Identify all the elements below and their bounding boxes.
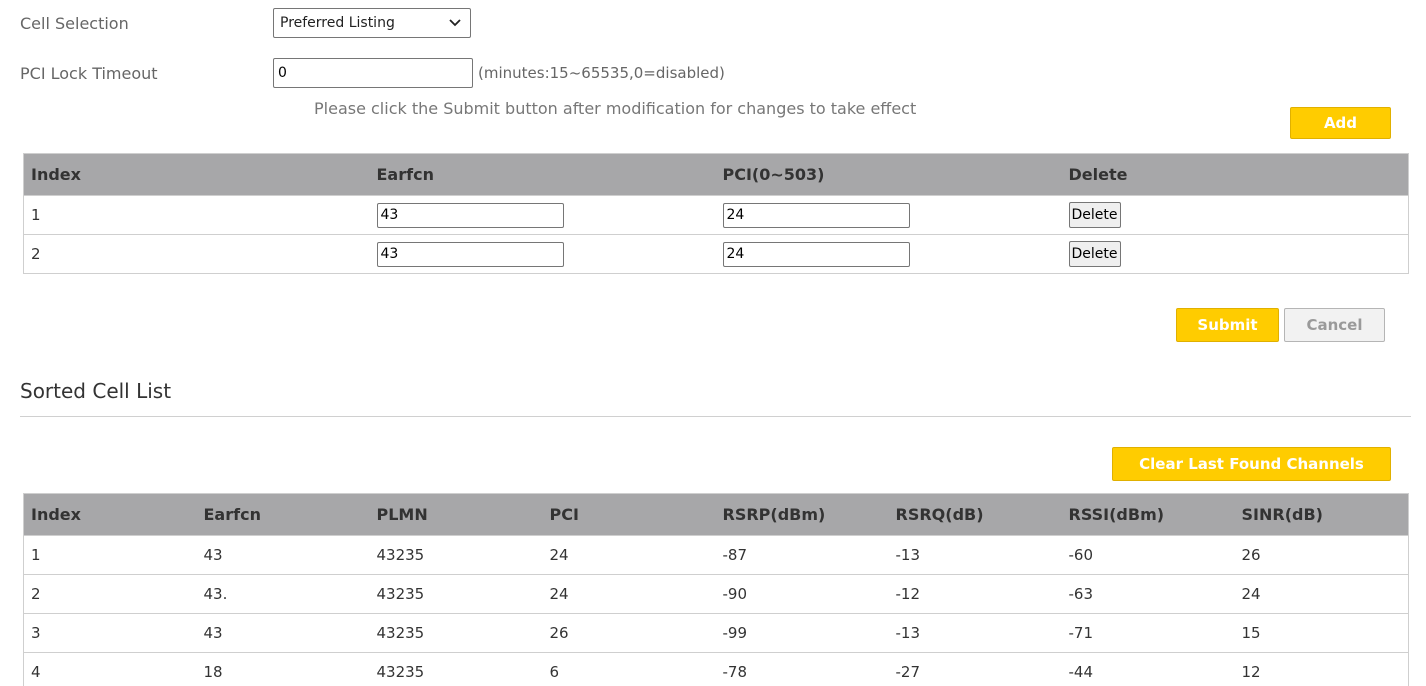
column-header-rsrq: RSRQ(dB) [888,493,1062,536]
earfcn-cell [369,234,716,274]
cell-rsrq: -12 [888,574,1062,614]
cell-rsrp: -87 [715,535,889,575]
cell-pci: 24 [542,535,716,575]
cell-sinr: 12 [1234,652,1409,686]
table-row: 1 Delete [23,195,1409,235]
cell-selection-row: Cell Selection Preferred Listing [20,8,471,38]
column-header-earfcn: Earfcn [369,153,716,196]
table-header-row: Index Earfcn PCI(0~503) Delete [23,153,1409,196]
pci-lock-timeout-row: PCI Lock Timeout (minutes:15~65535,0=dis… [20,58,725,88]
cell-selection-label: Cell Selection [20,13,129,33]
cell-sinr: 24 [1234,574,1409,614]
pci-cell [715,234,1062,274]
table-row: 4 18 43235 6 -78 -27 -44 12 [23,652,1409,686]
pci-lock-timeout-hint: (minutes:15~65535,0=disabled) [478,64,725,82]
pci-lock-timeout-label: PCI Lock Timeout [20,63,158,83]
cell-selection-select[interactable]: Preferred Listing [273,8,471,38]
delete-cell: Delete [1061,234,1409,274]
delete-cell: Delete [1061,195,1409,235]
column-header-index: Index [23,153,370,196]
column-header-sinr: SINR(dB) [1234,493,1409,536]
cell-index: 3 [23,613,197,653]
earfcn-input[interactable] [376,241,564,267]
cell-pci: 24 [542,574,716,614]
cell-rssi: -63 [1061,574,1235,614]
submit-button[interactable]: Submit [1176,308,1279,342]
cell-rsrp: -99 [715,613,889,653]
cell-earfcn: 18 [196,652,370,686]
cell-rsrp: -90 [715,574,889,614]
clear-last-found-channels-button[interactable]: Clear Last Found Channels [1112,447,1391,481]
cell-rsrp: -78 [715,652,889,686]
column-header-pci: PCI [542,493,716,536]
cell-index: 4 [23,652,197,686]
pci-cell [715,195,1062,235]
table-header-row: Index Earfcn PLMN PCI RSRP(dBm) RSRQ(dB)… [23,493,1409,536]
cell-plmn: 43235 [369,574,543,614]
column-header-rsrp: RSRP(dBm) [715,493,889,536]
column-header-index: Index [23,493,197,536]
row-index: 2 [23,234,370,274]
cell-plmn: 43235 [369,652,543,686]
column-header-earfcn: Earfcn [196,493,370,536]
add-button[interactable]: Add [1290,107,1391,139]
cell-rssi: -44 [1061,652,1235,686]
table-row: 2 43. 43235 24 -90 -12 -63 24 [23,574,1409,614]
table-row: 3 43 43235 26 -99 -13 -71 15 [23,613,1409,653]
chevron-down-icon [449,19,461,27]
pci-input[interactable] [722,241,910,267]
cell-sinr: 26 [1234,535,1409,575]
cell-sinr: 15 [1234,613,1409,653]
submit-notice: Please click the Submit button after mod… [314,99,917,118]
sorted-cell-list-title: Sorted Cell List [20,379,172,403]
cell-earfcn: 43 [196,535,370,575]
cell-rssi: -71 [1061,613,1235,653]
column-header-rssi: RSSI(dBm) [1061,493,1235,536]
row-index: 1 [23,195,370,235]
cell-rsrq: -27 [888,652,1062,686]
column-header-pci: PCI(0~503) [715,153,1062,196]
table-row: 1 43 43235 24 -87 -13 -60 26 [23,535,1409,575]
pci-lock-timeout-input[interactable] [273,58,473,88]
earfcn-cell [369,195,716,235]
pci-lock-table: Index Earfcn PCI(0~503) Delete 1 Delete … [23,153,1409,274]
cell-lock-page: Cell Selection Preferred Listing PCI Loc… [0,0,1426,686]
column-header-delete: Delete [1061,153,1409,196]
cell-plmn: 43235 [369,535,543,575]
section-divider [20,416,1411,417]
column-header-plmn: PLMN [369,493,543,536]
cell-index: 1 [23,535,197,575]
cell-rssi: -60 [1061,535,1235,575]
cell-selection-value: Preferred Listing [280,15,395,31]
cell-rsrq: -13 [888,535,1062,575]
cell-rsrq: -13 [888,613,1062,653]
sorted-cell-table: Index Earfcn PLMN PCI RSRP(dBm) RSRQ(dB)… [23,493,1409,686]
cell-earfcn: 43 [196,613,370,653]
earfcn-input[interactable] [376,202,564,228]
table-row: 2 Delete [23,234,1409,274]
cell-plmn: 43235 [369,613,543,653]
delete-button[interactable]: Delete [1068,202,1121,228]
cancel-button[interactable]: Cancel [1284,308,1385,342]
cell-index: 2 [23,574,197,614]
cell-pci: 26 [542,613,716,653]
pci-input[interactable] [722,202,910,228]
delete-button[interactable]: Delete [1068,241,1121,267]
cell-earfcn: 43. [196,574,370,614]
cell-pci: 6 [542,652,716,686]
